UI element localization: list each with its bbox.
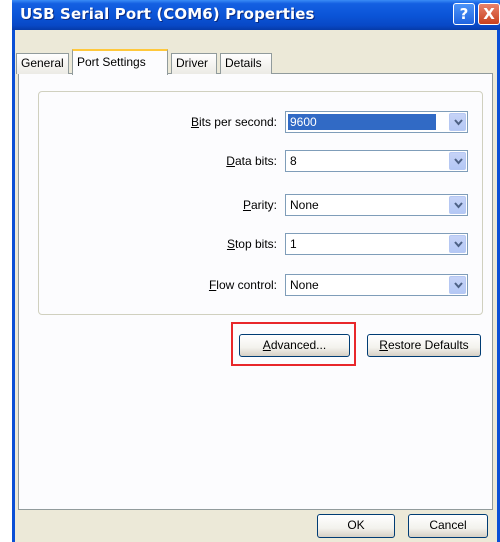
- tab-details[interactable]: Details: [220, 53, 272, 74]
- chevron-down-icon[interactable]: [449, 276, 466, 294]
- tab-port-settings-label: Port Settings: [77, 55, 146, 69]
- stop-bits-value: 1: [290, 237, 297, 251]
- data-bits-label: Data bits:: [226, 154, 277, 168]
- title-bar[interactable]: USB Serial Port (COM6) Properties ? X: [12, 0, 500, 30]
- flow-control-select[interactable]: None: [285, 274, 468, 296]
- stop-bits-row: Stop bits: 1: [0, 233, 500, 255]
- stop-bits-label: Stop bits:: [226, 237, 277, 251]
- bits-per-second-row: Bits per second: 9600: [0, 111, 500, 133]
- bits-per-second-label: Bits per second:: [190, 115, 277, 129]
- chevron-down-icon[interactable]: [449, 152, 466, 170]
- tab-driver[interactable]: Driver: [171, 53, 217, 74]
- tab-driver-label: Driver: [176, 56, 208, 70]
- flow-control-row: Flow control: None: [0, 274, 500, 296]
- data-bits-select[interactable]: 8: [285, 150, 468, 172]
- flow-control-value: None: [290, 278, 319, 292]
- cancel-button[interactable]: Cancel: [408, 514, 488, 538]
- tab-general-label: General: [21, 56, 64, 70]
- close-button[interactable]: X: [478, 3, 500, 25]
- parity-label: Parity:: [242, 198, 277, 212]
- chevron-down-icon[interactable]: [449, 196, 466, 214]
- tab-general[interactable]: General: [16, 53, 69, 74]
- flow-control-label: Flow control:: [208, 278, 277, 292]
- parity-row: Parity: None: [0, 194, 500, 216]
- parity-value: None: [290, 198, 319, 212]
- stop-bits-select[interactable]: 1: [285, 233, 468, 255]
- chevron-down-icon[interactable]: [449, 113, 466, 131]
- advanced-button[interactable]: Advanced...: [239, 334, 350, 357]
- window-title: USB Serial Port (COM6) Properties: [20, 5, 315, 23]
- chevron-down-icon[interactable]: [449, 235, 466, 253]
- bits-per-second-value: 9600: [288, 114, 436, 130]
- help-button[interactable]: ?: [453, 3, 475, 25]
- tab-details-label: Details: [225, 56, 262, 70]
- data-bits-row: Data bits: 8: [0, 150, 500, 172]
- tab-port-settings[interactable]: Port Settings: [72, 49, 168, 75]
- restore-defaults-button[interactable]: Restore Defaults: [367, 334, 481, 357]
- parity-select[interactable]: None: [285, 194, 468, 216]
- data-bits-value: 8: [290, 154, 297, 168]
- bits-per-second-select[interactable]: 9600: [285, 111, 468, 133]
- ok-button[interactable]: OK: [317, 514, 395, 538]
